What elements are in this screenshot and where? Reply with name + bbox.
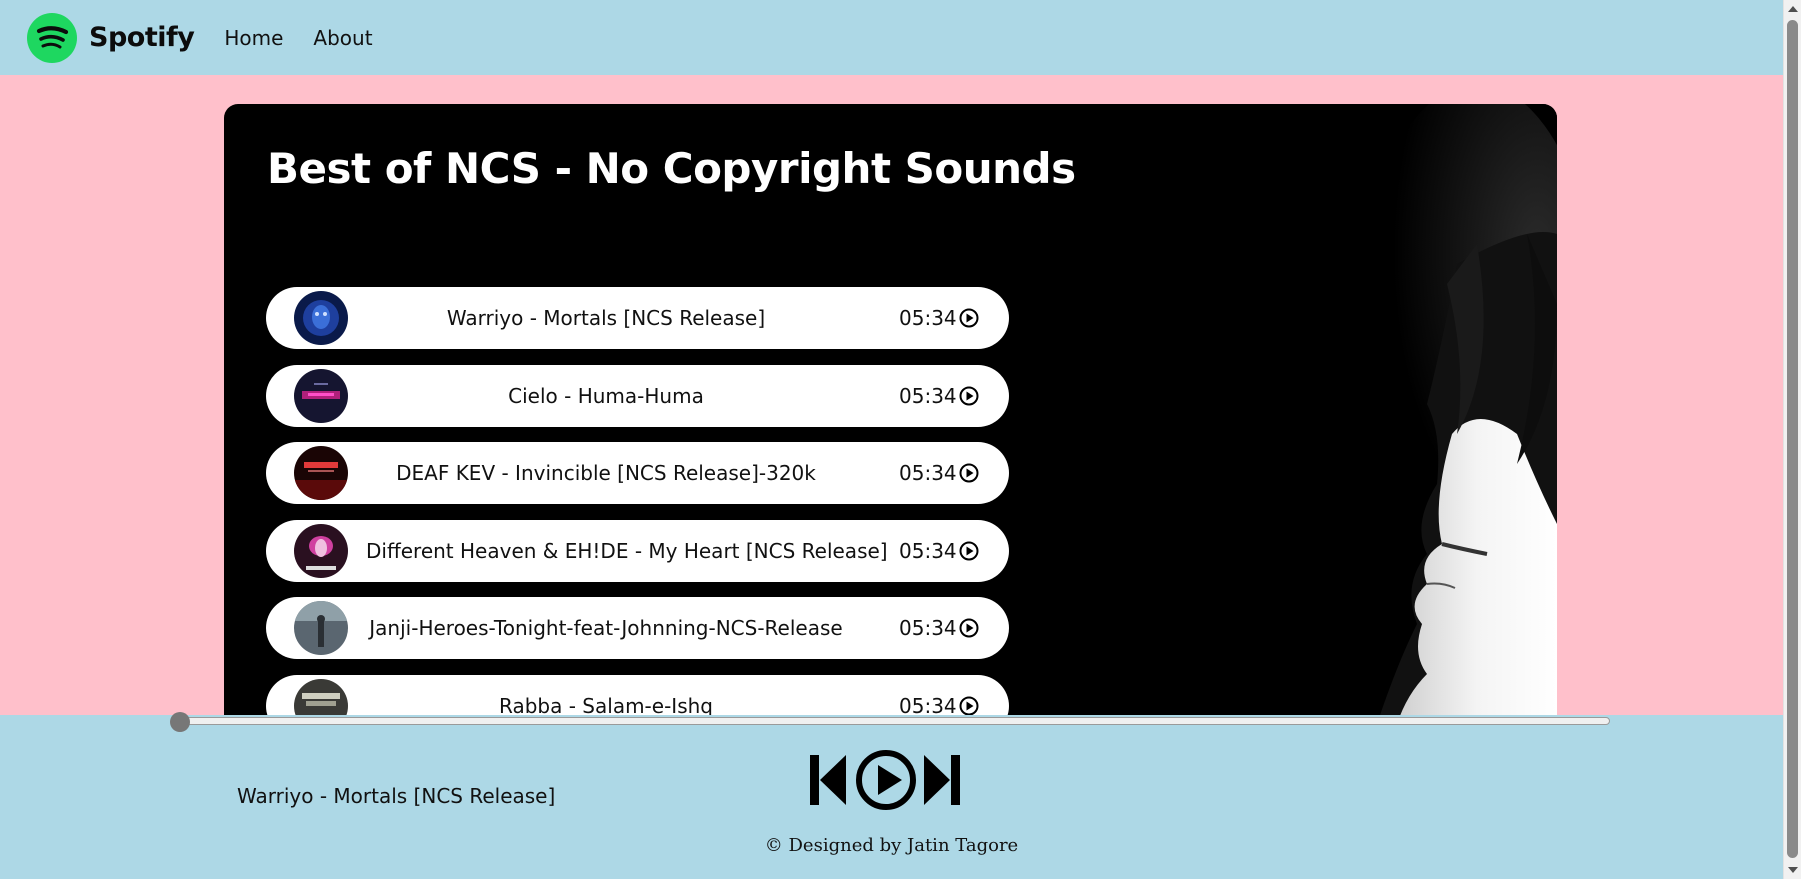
song-duration: 05:34 (899, 693, 957, 718)
play-circle-icon[interactable] (959, 541, 979, 561)
song-item[interactable]: Janji-Heroes-Tonight-feat-Johnning-NCS-R… (266, 597, 1009, 659)
song-item[interactable]: Cielo - Huma-Huma 05:34 (266, 364, 1009, 427)
progress-bar[interactable] (178, 717, 1610, 725)
song-cover-image (294, 368, 348, 423)
play-circle-icon[interactable] (959, 696, 979, 716)
song-cover-image (294, 601, 348, 655)
song-item[interactable]: Different Heaven & EH!DE - My Heart [NCS… (266, 519, 1009, 582)
song-cover-image (294, 523, 348, 578)
play-circle-icon[interactable] (854, 748, 918, 812)
next-icon[interactable] (920, 752, 964, 808)
song-duration: 05:34 (899, 383, 957, 408)
brand-name: Spotify (89, 22, 195, 53)
song-name: Janji-Heroes-Tonight-feat-Johnning-NCS-R… (369, 616, 843, 640)
song-duration: 05:34 (899, 461, 957, 485)
brand-logo[interactable]: Spotify (27, 12, 195, 63)
song-name: DEAF KEV - Invincible [NCS Release]-320k (396, 461, 816, 485)
song-duration: 05:34 (899, 616, 957, 640)
scroll-down-arrow-icon[interactable] (1788, 867, 1798, 873)
spotify-logo-icon (27, 12, 77, 63)
previous-icon[interactable] (806, 752, 850, 808)
song-item[interactable]: Warriyo - Mortals [NCS Release] 05:34 (266, 287, 1009, 349)
song-name: Warriyo - Mortals [NCS Release] (446, 306, 766, 330)
song-cover-image (294, 291, 348, 345)
song-list: Warriyo - Mortals [NCS Release] 05:34 Ci… (266, 287, 1009, 724)
play-circle-icon[interactable] (959, 386, 979, 406)
song-item[interactable]: DEAF KEV - Invincible [NCS Release]-320k… (266, 442, 1009, 504)
play-circle-icon[interactable] (959, 308, 979, 328)
navbar: Spotify Home About (0, 0, 1783, 75)
scroll-up-arrow-icon[interactable] (1788, 6, 1798, 12)
play-circle-icon[interactable] (959, 463, 979, 483)
song-duration: 05:34 (899, 306, 957, 330)
song-name: Cielo - Huma-Huma (508, 383, 704, 408)
footer-credit: © Designed by Jatin Tagore (764, 835, 1019, 856)
playlist-container: Best of NCS - No Copyright Sounds Warriy… (224, 104, 1557, 724)
song-name: Different Heaven & EH!DE - My Heart [NCS… (366, 538, 888, 563)
playlist-title: Best of NCS - No Copyright Sounds (267, 144, 1076, 193)
progress-thumb[interactable] (170, 712, 190, 732)
playback-controls (806, 748, 964, 812)
nav-link-home[interactable]: Home (224, 26, 283, 50)
now-playing-title: Warriyo - Mortals [NCS Release] (237, 784, 556, 808)
nav-link-about[interactable]: About (313, 26, 372, 50)
scrollbar-thumb[interactable] (1787, 20, 1798, 858)
song-cover-image (294, 446, 348, 500)
song-duration: 05:34 (899, 538, 957, 563)
background-portrait-image (1227, 104, 1557, 724)
page-scrollbar[interactable] (1783, 0, 1801, 879)
play-circle-icon[interactable] (959, 618, 979, 638)
song-name: Rabba - Salam-e-Ishq (499, 693, 713, 718)
